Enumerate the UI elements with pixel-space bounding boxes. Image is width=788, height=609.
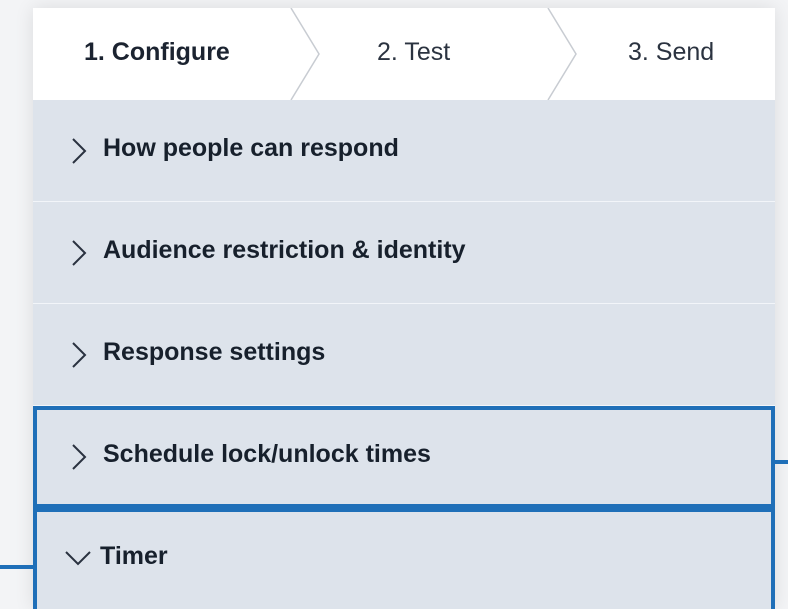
step-tabs: 1. Configure 2. Test 3. Send <box>33 8 775 100</box>
callout-connector-left <box>0 565 36 569</box>
tab-send[interactable]: 3. Send <box>628 38 714 67</box>
tab-configure[interactable]: 1. Configure <box>84 38 230 67</box>
section-how-people-can-respond[interactable]: How people can respond <box>33 100 775 202</box>
section-timer[interactable]: Timer <box>33 508 775 609</box>
section-audience-restriction[interactable]: Audience restriction & identity <box>33 202 775 304</box>
section-label: Timer <box>100 542 168 570</box>
section-label: Audience restriction & identity <box>103 236 466 264</box>
tab-test[interactable]: 2. Test <box>377 38 450 67</box>
section-label: Response settings <box>103 338 326 366</box>
section-label: How people can respond <box>103 134 399 162</box>
section-label: Schedule lock/unlock times <box>103 440 431 468</box>
chevron-down-icon <box>65 551 91 566</box>
section-response-settings[interactable]: Response settings <box>33 304 775 406</box>
chevron-right-icon <box>72 444 87 470</box>
chevron-right-icon <box>72 342 87 368</box>
poll-settings-panel: 1. Configure 2. Test 3. Send How people … <box>33 8 775 609</box>
callout-connector-right <box>774 460 788 464</box>
chevron-right-icon <box>72 138 87 164</box>
section-schedule-lock-unlock[interactable]: Schedule lock/unlock times <box>33 406 775 508</box>
chevron-right-icon <box>72 240 87 266</box>
